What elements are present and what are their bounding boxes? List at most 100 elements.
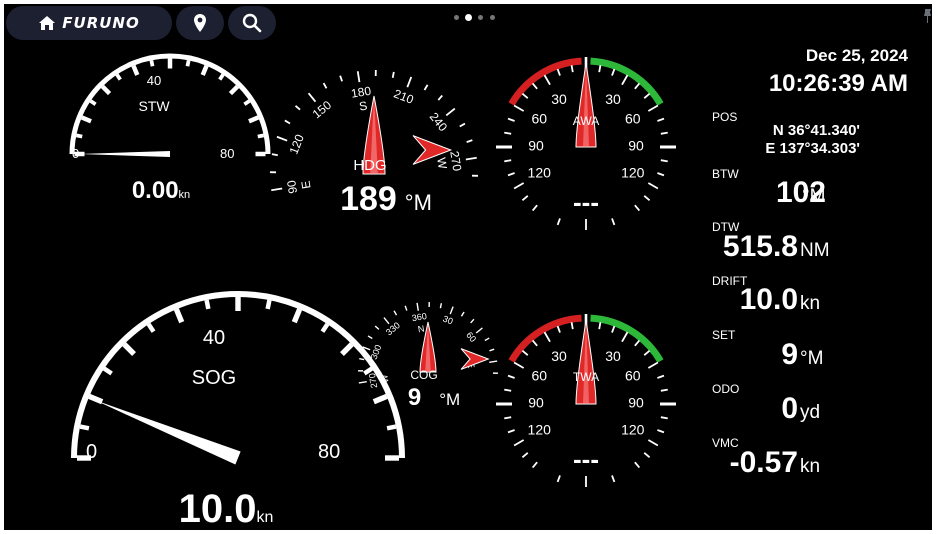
sog-tick bbox=[340, 342, 354, 356]
page-dot[interactable] bbox=[478, 15, 483, 20]
cog-tick bbox=[404, 305, 408, 311]
awa-tick bbox=[621, 74, 629, 86]
awa-tick bbox=[521, 92, 529, 99]
sog-tick bbox=[265, 299, 272, 310]
odo-readout: 0 bbox=[781, 392, 798, 426]
twa-tick bbox=[657, 374, 665, 379]
twa-scale-label: 60 bbox=[625, 368, 641, 384]
sog-tick bbox=[146, 322, 156, 333]
hdg-tick bbox=[271, 153, 278, 157]
twa-value: --- bbox=[573, 444, 599, 474]
twa-label: TWA bbox=[573, 370, 599, 384]
cog-tick bbox=[489, 360, 498, 363]
hdg-tick bbox=[356, 71, 361, 83]
twa-scale-label: 90 bbox=[628, 395, 644, 411]
twa-tick bbox=[556, 325, 561, 333]
sog-tick bbox=[79, 424, 90, 431]
hdg-tick bbox=[437, 94, 443, 101]
sog-scale-0: 0 bbox=[86, 441, 97, 463]
awa-tick bbox=[643, 92, 651, 99]
hdg-cardinal: W bbox=[434, 157, 450, 171]
stw-tick bbox=[75, 133, 83, 139]
hdg-number: 120 bbox=[287, 132, 307, 156]
hdg-number: 150 bbox=[310, 98, 335, 122]
cog-number: 360 bbox=[411, 311, 427, 323]
cog-value: 9 °M bbox=[408, 384, 460, 411]
cog-tick bbox=[475, 327, 483, 334]
stw-tick bbox=[149, 59, 155, 67]
awa-scale-label: 30 bbox=[605, 91, 621, 107]
page-indicator[interactable] bbox=[450, 14, 495, 22]
twa-scale-label: 30 bbox=[551, 348, 567, 364]
brand-logo: FURUNO bbox=[62, 14, 140, 32]
set-readout: 9 bbox=[781, 338, 798, 372]
cog-tick bbox=[470, 318, 475, 324]
twa-tick bbox=[543, 331, 551, 343]
awa-tick bbox=[660, 159, 668, 163]
twa-tick bbox=[611, 325, 616, 333]
search-button[interactable] bbox=[228, 6, 276, 40]
cog-tick bbox=[439, 303, 443, 309]
dtw-value: 515.8 bbox=[722, 230, 798, 263]
awa-tick bbox=[531, 82, 538, 90]
twa-scale-label: 30 bbox=[605, 348, 621, 364]
twa-tick bbox=[598, 322, 602, 330]
stw-tick bbox=[228, 84, 240, 96]
page-dot[interactable] bbox=[465, 14, 472, 21]
cog-tick bbox=[374, 325, 380, 330]
sog-scale-80: 80 bbox=[318, 441, 340, 463]
cog-cardinal: N bbox=[417, 323, 425, 334]
location-button[interactable] bbox=[176, 6, 224, 40]
page-dot[interactable] bbox=[454, 15, 459, 20]
awa-tick bbox=[570, 65, 574, 73]
twa-tick bbox=[507, 429, 515, 434]
set-label: SET bbox=[712, 328, 736, 342]
awa-tick bbox=[634, 82, 641, 90]
search-icon bbox=[242, 13, 262, 33]
pin-icon[interactable] bbox=[922, 8, 932, 24]
hdg-number: 210 bbox=[392, 87, 416, 107]
home-button[interactable]: FURUNO bbox=[6, 6, 172, 40]
pos-label: POS bbox=[712, 110, 738, 124]
twa-tick bbox=[634, 339, 641, 347]
hdg-tick bbox=[465, 156, 477, 161]
awa-tick bbox=[647, 104, 659, 112]
hdg-tick bbox=[466, 139, 473, 143]
twa-tick bbox=[634, 461, 641, 469]
page-dot[interactable] bbox=[490, 15, 495, 20]
awa-scale-label: 30 bbox=[551, 91, 567, 107]
sog-tick bbox=[122, 342, 136, 356]
sog-tick bbox=[320, 322, 330, 333]
stw-tick bbox=[185, 59, 191, 67]
awa-tick bbox=[657, 117, 665, 122]
cog-tick bbox=[416, 302, 419, 311]
sog-tick bbox=[173, 308, 185, 324]
hdg-number: 270 bbox=[447, 150, 464, 172]
cog-tick bbox=[460, 311, 465, 317]
hdg-cardinal: E bbox=[298, 180, 313, 190]
set-value: 9 bbox=[781, 338, 798, 371]
stw-tick bbox=[131, 64, 140, 76]
hdg-value: 189 °M bbox=[340, 180, 432, 218]
twa-tick bbox=[647, 361, 659, 369]
cog-tick bbox=[393, 310, 398, 316]
twa-port-arc bbox=[508, 314, 582, 363]
awa-tick bbox=[507, 172, 515, 177]
stw-tick bbox=[257, 133, 265, 139]
awa-tick bbox=[513, 104, 525, 112]
awa-scale-label: 90 bbox=[528, 138, 544, 154]
sog-needle bbox=[94, 399, 241, 465]
twa-tick bbox=[531, 461, 538, 469]
cog-tick bbox=[358, 381, 367, 384]
awa-scale-label: 120 bbox=[621, 165, 645, 181]
location-pin-icon bbox=[194, 14, 206, 32]
stw-label: STW bbox=[138, 98, 170, 114]
stw-tick bbox=[248, 115, 260, 124]
odo-value: 0 bbox=[781, 392, 798, 425]
sog-label: SOG bbox=[192, 367, 236, 389]
odo-unit: yd bbox=[800, 402, 821, 423]
awa-tick bbox=[611, 68, 616, 76]
cog-tick bbox=[489, 348, 495, 352]
hdg-tick bbox=[406, 76, 413, 88]
twa-tick bbox=[556, 475, 561, 483]
